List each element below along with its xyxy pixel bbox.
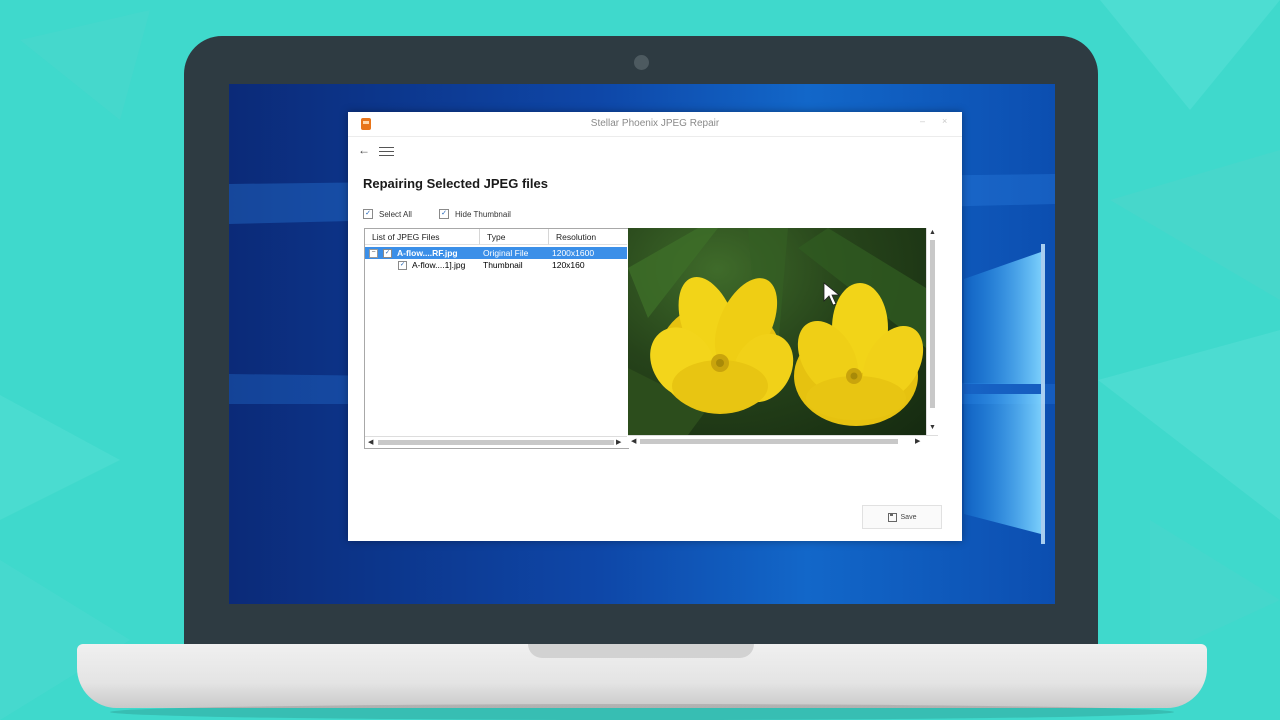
jpeg-file-list[interactable]: List of JPEG Files Type Resolution − ✓ A… [364, 228, 629, 449]
table-row[interactable]: ✓ A-flow....1].jpg Thumbnail 120x160 [365, 259, 627, 271]
mouse-cursor-icon [823, 282, 841, 306]
hamburger-menu-icon[interactable] [379, 147, 394, 156]
file-list-horizontal-scrollbar[interactable]: ◀ ▶ [365, 436, 627, 448]
tulip-image [628, 228, 926, 435]
column-header-type[interactable]: Type [480, 229, 549, 245]
scroll-thumb[interactable] [378, 440, 614, 445]
scroll-thumb[interactable] [640, 439, 898, 444]
select-all-option[interactable]: ✓ Select All [363, 209, 412, 219]
scroll-thumb[interactable] [930, 240, 935, 408]
file-type: Original File [483, 248, 529, 258]
minimize-icon[interactable]: – [920, 116, 925, 126]
hide-thumbnail-option[interactable]: ✓ Hide Thumbnail [439, 209, 511, 219]
hide-thumbnail-label: Hide Thumbnail [455, 209, 511, 219]
app-window: Stellar Phoenix JPEG Repair – × ← Repair… [348, 112, 962, 541]
close-icon[interactable]: × [942, 116, 947, 126]
page-title: Repairing Selected JPEG files [363, 176, 548, 191]
file-type: Thumbnail [483, 260, 523, 270]
preview-vertical-scrollbar[interactable]: ▲ ▼ [926, 228, 939, 435]
file-resolution: 120x160 [552, 260, 585, 270]
column-header-files[interactable]: List of JPEG Files [365, 229, 480, 245]
laptop-notch [528, 644, 754, 658]
file-name: A-flow....1].jpg [412, 260, 466, 270]
row-checkbox[interactable]: ✓ [398, 261, 407, 270]
scroll-left-icon[interactable]: ◀ [631, 437, 636, 445]
table-row[interactable]: − ✓ A-flow....RF.jpg Original File 1200x… [365, 247, 627, 259]
file-name: A-flow....RF.jpg [397, 248, 458, 258]
row-checkbox[interactable]: ✓ [383, 249, 392, 258]
save-button-label: Save [900, 513, 917, 521]
scroll-right-icon[interactable]: ▶ [915, 437, 920, 445]
column-header-resolution[interactable]: Resolution [549, 229, 627, 245]
back-arrow-icon[interactable]: ← [358, 143, 370, 157]
title-bar: Stellar Phoenix JPEG Repair – × [348, 112, 962, 137]
toolbar: ← [348, 137, 962, 165]
hide-thumbnail-checkbox[interactable]: ✓ [439, 209, 449, 219]
scroll-right-icon[interactable]: ▶ [616, 438, 621, 446]
scroll-up-icon[interactable]: ▲ [929, 229, 936, 236]
file-resolution: 1200x1600 [552, 248, 595, 258]
select-all-label: Select All [379, 209, 412, 219]
window-title: Stellar Phoenix JPEG Repair [590, 118, 720, 129]
select-all-checkbox[interactable]: ✓ [363, 209, 373, 219]
scroll-down-icon[interactable]: ▼ [929, 424, 936, 431]
webcam-icon [634, 55, 649, 70]
save-button[interactable]: Save [862, 505, 942, 529]
preview-horizontal-scrollbar[interactable]: ◀ ▶ [628, 435, 938, 448]
image-preview [628, 228, 926, 435]
laptop-shadow [110, 704, 1174, 720]
save-icon [887, 512, 897, 522]
scroll-left-icon[interactable]: ◀ [368, 438, 373, 446]
collapse-toggle-icon[interactable]: − [369, 249, 378, 258]
